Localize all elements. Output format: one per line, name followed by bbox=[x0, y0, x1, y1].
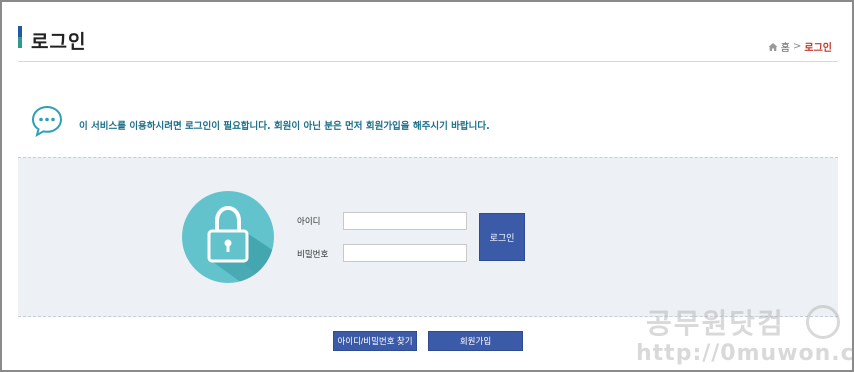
login-panel bbox=[18, 157, 838, 317]
password-input[interactable] bbox=[343, 244, 467, 262]
page-title: 로그인 bbox=[31, 31, 87, 53]
login-notice-text: 이 서비스를 이용하시려면 로그인이 필요합니다. 회원이 아닌 분은 먼저 회… bbox=[79, 121, 490, 132]
padlock-icon bbox=[182, 191, 274, 283]
breadcrumb-current: 로그인 bbox=[804, 43, 832, 54]
breadcrumb-home[interactable]: 홈 bbox=[781, 39, 790, 54]
watermark-logo bbox=[806, 305, 840, 339]
header-divider bbox=[18, 61, 838, 62]
title-accent-bar bbox=[18, 26, 22, 48]
breadcrumb: 홈 > 로그인 bbox=[768, 39, 832, 54]
password-label: 비밀번호 bbox=[297, 250, 329, 260]
breadcrumb-separator: > bbox=[793, 41, 802, 52]
watermark-text: 공무원닷컴 bbox=[646, 307, 785, 340]
login-button[interactable]: 로그인 bbox=[479, 213, 525, 261]
home-icon[interactable] bbox=[768, 42, 778, 52]
watermark-url: http://0muwon.com bbox=[636, 341, 854, 366]
find-id-password-button[interactable]: 아이디/비밀번호 찾기 bbox=[333, 331, 417, 351]
id-input[interactable] bbox=[343, 212, 467, 230]
chat-bubble-icon bbox=[31, 105, 63, 138]
signup-button[interactable]: 회원가입 bbox=[428, 331, 523, 351]
id-label: 아이디 bbox=[297, 217, 321, 227]
